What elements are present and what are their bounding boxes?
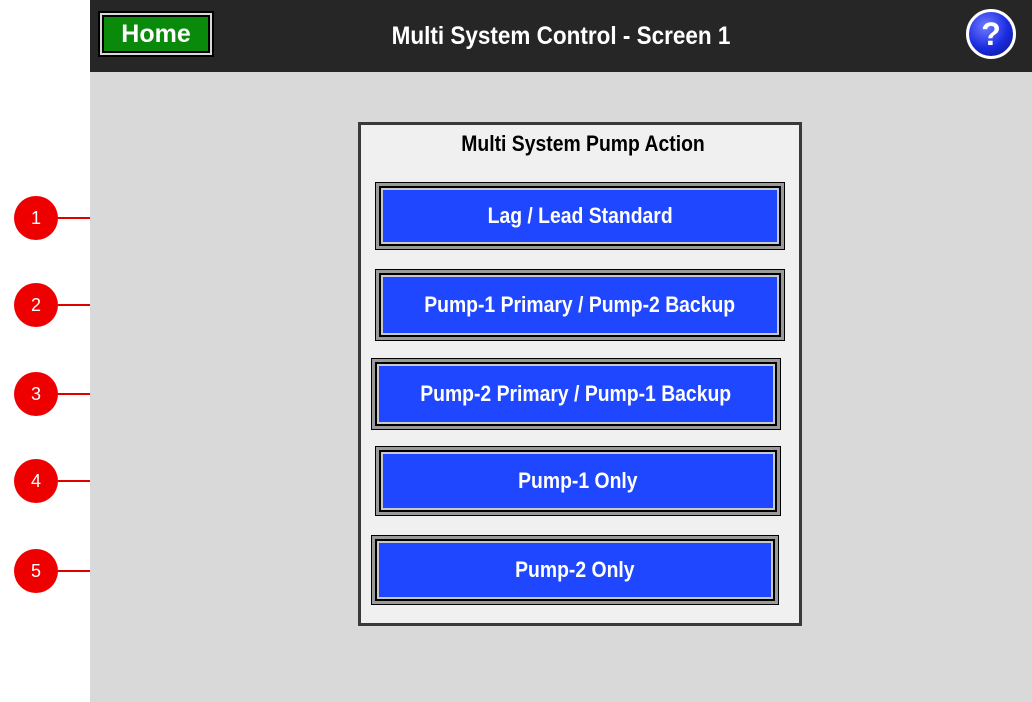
button-label: Pump-2 Only [515,557,635,582]
button-label: Pump-1 Primary / Pump-2 Backup [424,292,736,317]
pump2-primary-pump1-backup-button[interactable]: Pump-2 Primary / Pump-1 Backup [372,359,780,429]
callout-1: 1 [14,196,58,240]
help-icon[interactable]: ? [966,9,1016,59]
button-label: Pump-1 Only [518,468,638,493]
callout-3: 3 [14,372,58,416]
panel-title: Multi System Pump Action [461,131,705,156]
lag-lead-standard-button[interactable]: Lag / Lead Standard [376,183,784,249]
pump1-primary-pump2-backup-button[interactable]: Pump-1 Primary / Pump-2 Backup [376,270,784,340]
callout-2: 2 [14,283,58,327]
home-button[interactable]: Home [98,11,214,57]
button-label: Lag / Lead Standard [487,203,673,228]
callout-5: 5 [14,549,58,593]
pump1-only-button[interactable]: Pump-1 Only [376,447,780,515]
page-title: Multi System Control - Screen 1 [391,21,731,50]
pump2-only-button[interactable]: Pump-2 Only [372,536,778,604]
button-label: Pump-2 Primary / Pump-1 Backup [420,381,732,406]
callout-4: 4 [14,459,58,503]
header-bar: Multi System Control - Screen 1 Home ? [90,0,1032,72]
hmi-screen: Multi System Control - Screen 1 Home ? M… [90,0,1032,702]
